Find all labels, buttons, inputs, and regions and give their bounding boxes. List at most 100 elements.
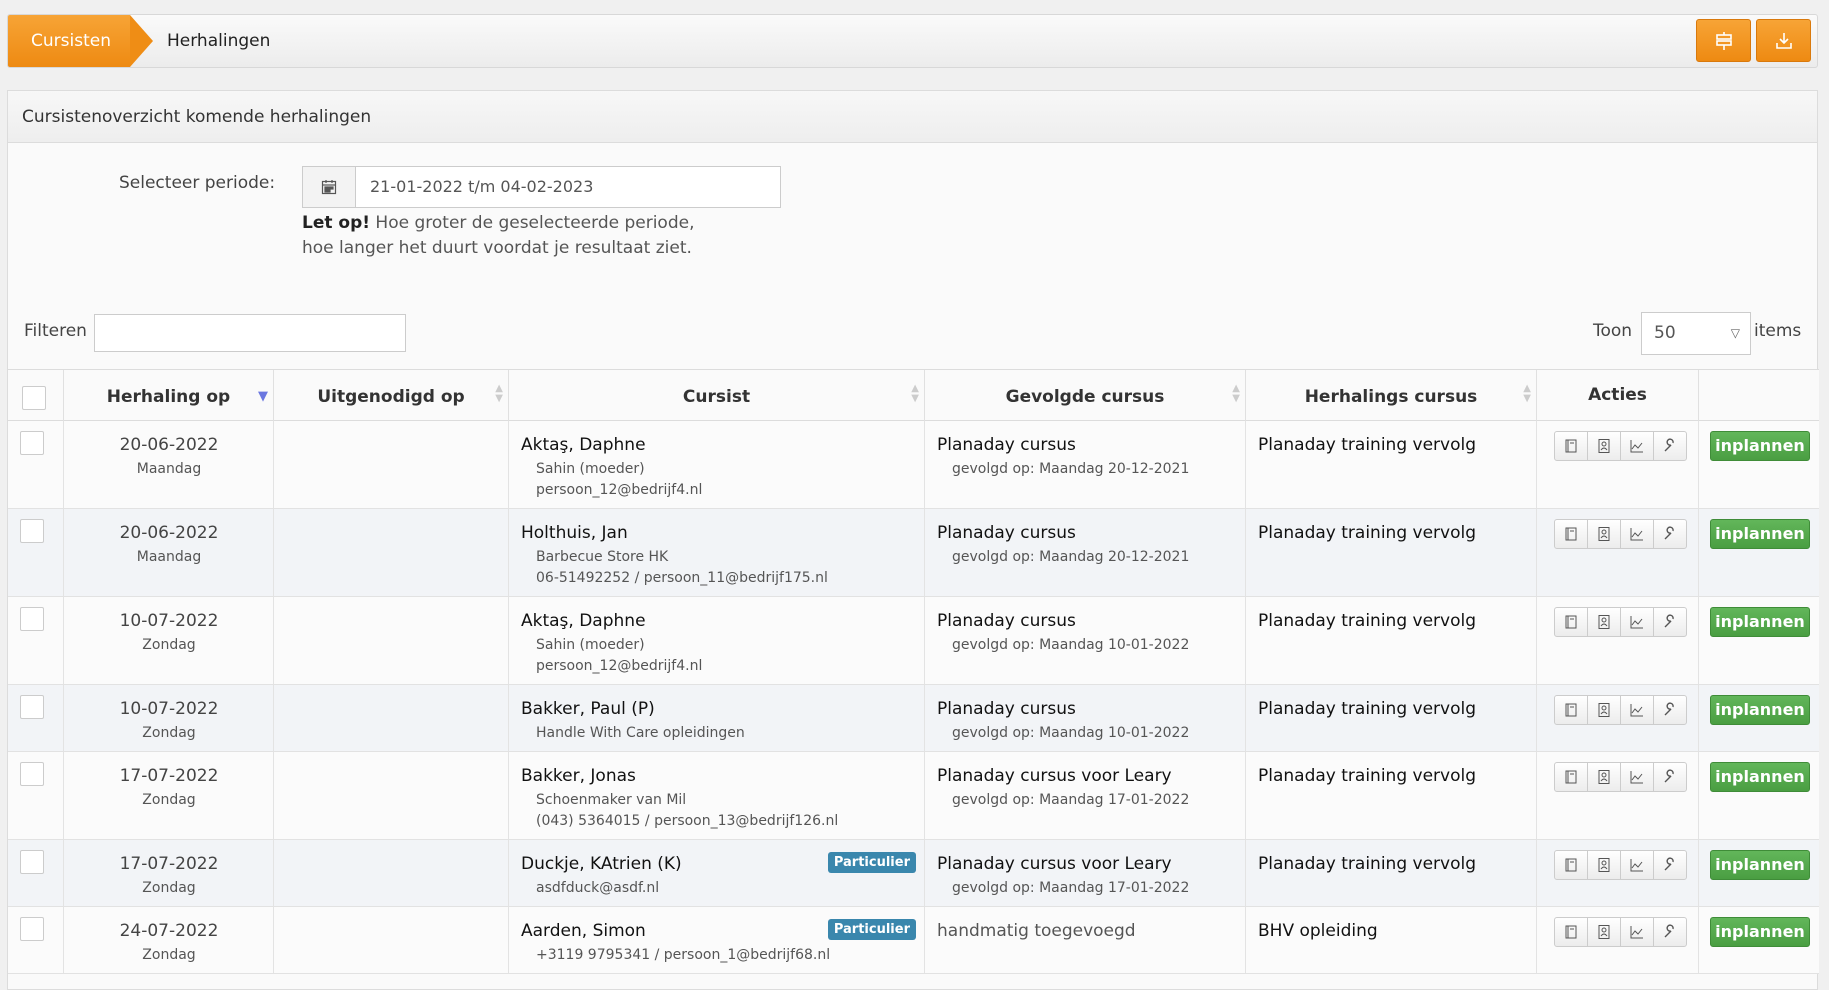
- inplannen-button[interactable]: inplannen: [1710, 695, 1810, 725]
- action-chart-button[interactable]: [1620, 695, 1654, 725]
- course-cell: Planaday cursus voor Leary gevolgd op: Ma…: [925, 752, 1246, 839]
- inplannen-button[interactable]: inplannen: [1710, 762, 1810, 792]
- student-cell: Duckje, KAtrien (K) Particulier asdfduck@a…: [509, 840, 925, 906]
- student-detail: Barbecue Store HK: [536, 549, 669, 565]
- inplannen-button[interactable]: inplannen: [1710, 917, 1810, 947]
- repeat-course-cell: Planaday training vervolg: [1246, 685, 1537, 751]
- row-checkbox[interactable]: [20, 850, 44, 874]
- chart-icon: [1630, 616, 1643, 629]
- calendar-icon[interactable]: [303, 167, 356, 207]
- action-chart-button[interactable]: [1620, 431, 1654, 461]
- action-book-button[interactable]: [1554, 850, 1588, 880]
- action-contact-card-button[interactable]: [1587, 607, 1621, 637]
- student-detail: Schoenmaker van Mil: [536, 792, 687, 808]
- inplannen-button[interactable]: inplannen: [1710, 607, 1810, 637]
- action-chart-button[interactable]: [1620, 762, 1654, 792]
- row-checkbox[interactable]: [20, 607, 44, 631]
- select-cell: [8, 840, 64, 906]
- download-icon: [1775, 32, 1792, 49]
- page-size-value: 50: [1654, 323, 1676, 343]
- header-uitgenodigd-op[interactable]: Uitgenodigd op ▲ ▼: [274, 370, 509, 421]
- contact-card-icon: [1598, 527, 1610, 541]
- action-chart-button[interactable]: [1620, 850, 1654, 880]
- student-name[interactable]: Aktaş, Daphne: [521, 611, 646, 631]
- period-picker[interactable]: 21-01-2022 t/m 04-02-2023: [302, 166, 781, 208]
- contact-card-icon: [1598, 615, 1610, 629]
- select-cell: [8, 907, 64, 973]
- student-name[interactable]: Bakker, Jonas: [521, 766, 636, 786]
- notice-line1: Hoe groter de geselecteerde periode,: [370, 213, 695, 233]
- filter-toggle-button[interactable]: [1696, 19, 1751, 62]
- row-checkbox[interactable]: [20, 695, 44, 719]
- chart-icon: [1630, 859, 1643, 872]
- table-row: 20-06-2022 Maandag Aktaş, Daphne Sahin (moe…: [8, 421, 1819, 509]
- student-contact: (043) 5364015 / persoon_13@bedrijf126.nl: [536, 813, 839, 829]
- repeat-date: 20-06-2022: [119, 523, 219, 543]
- select-all-checkbox[interactable]: [22, 386, 46, 410]
- select-cell: [8, 752, 64, 839]
- action-wrench-button[interactable]: [1653, 607, 1687, 637]
- sort-icon: ▲ ▼: [1523, 383, 1531, 404]
- student-detail: Sahin (moeder): [536, 637, 645, 653]
- action-contact-card-button[interactable]: [1587, 917, 1621, 947]
- student-name[interactable]: Holthuis, Jan: [521, 523, 628, 543]
- action-wrench-button[interactable]: [1653, 850, 1687, 880]
- action-chart-button[interactable]: [1620, 607, 1654, 637]
- action-chart-button[interactable]: [1620, 519, 1654, 549]
- breadcrumb-cursisten[interactable]: Cursisten: [8, 15, 153, 67]
- repeat-date: 10-07-2022: [119, 699, 219, 719]
- select-cell: [8, 597, 64, 684]
- action-wrench-button[interactable]: [1653, 695, 1687, 725]
- action-wrench-button[interactable]: [1653, 519, 1687, 549]
- action-contact-card-button[interactable]: [1587, 850, 1621, 880]
- action-chart-button[interactable]: [1620, 917, 1654, 947]
- chart-icon: [1630, 704, 1643, 717]
- student-name[interactable]: Bakker, Paul (P): [521, 699, 655, 719]
- filter-label: Filteren: [24, 321, 87, 341]
- action-wrench-button[interactable]: [1653, 917, 1687, 947]
- book-icon: [1565, 770, 1577, 784]
- followed-course: Planaday cursus voor Leary: [937, 766, 1172, 786]
- action-book-button[interactable]: [1554, 519, 1588, 549]
- date-cell: 10-07-2022 Zondag: [64, 597, 274, 684]
- header-herhalings-cursus[interactable]: Herhalings cursus ▲ ▼: [1246, 370, 1537, 421]
- wrench-icon: [1664, 924, 1674, 938]
- action-contact-card-button[interactable]: [1587, 431, 1621, 461]
- inplannen-button[interactable]: inplannen: [1710, 850, 1810, 880]
- action-contact-card-button[interactable]: [1587, 695, 1621, 725]
- action-wrench-button[interactable]: [1653, 431, 1687, 461]
- followed-date: gevolgd op: Maandag 17-01-2022: [952, 880, 1190, 896]
- header-herhaling-op[interactable]: Herhaling op ▼: [64, 370, 274, 421]
- action-book-button[interactable]: [1554, 762, 1588, 792]
- header-gevolgde-cursus[interactable]: Gevolgde cursus ▲ ▼: [925, 370, 1246, 421]
- repeat-day: Zondag: [142, 725, 196, 741]
- student-name[interactable]: Duckje, KAtrien (K): [521, 854, 682, 874]
- student-name[interactable]: Aarden, Simon: [521, 921, 646, 941]
- action-book-button[interactable]: [1554, 917, 1588, 947]
- row-checkbox[interactable]: [20, 431, 44, 455]
- page-size-select[interactable]: 50 ▽: [1641, 312, 1751, 355]
- row-checkbox[interactable]: [20, 762, 44, 786]
- action-contact-card-button[interactable]: [1587, 762, 1621, 792]
- period-value[interactable]: 21-01-2022 t/m 04-02-2023: [356, 167, 593, 207]
- inplannen-button[interactable]: inplannen: [1710, 431, 1810, 461]
- sort-desc-icon: ▼: [258, 389, 268, 404]
- period-label: Selecteer periode:: [119, 173, 276, 193]
- header-herhalings-cursus-label: Herhalings cursus: [1304, 387, 1478, 407]
- export-button[interactable]: [1756, 19, 1811, 62]
- action-wrench-button[interactable]: [1653, 762, 1687, 792]
- student-name[interactable]: Aktaş, Daphne: [521, 435, 646, 455]
- filter-input[interactable]: [94, 314, 406, 352]
- action-book-button[interactable]: [1554, 607, 1588, 637]
- select-cell: [8, 421, 64, 508]
- action-book-button[interactable]: [1554, 695, 1588, 725]
- action-contact-card-button[interactable]: [1587, 519, 1621, 549]
- action-book-button[interactable]: [1554, 431, 1588, 461]
- chart-icon: [1630, 440, 1643, 453]
- row-checkbox[interactable]: [20, 917, 44, 941]
- header-cursist[interactable]: Cursist ▲ ▼: [509, 370, 925, 421]
- particulier-badge: Particulier: [827, 919, 916, 940]
- row-checkbox[interactable]: [20, 519, 44, 543]
- table-header: Herhaling op ▼ Uitgenodigd op ▲ ▼ Cursist…: [8, 369, 1819, 421]
- inplannen-button[interactable]: inplannen: [1710, 519, 1810, 549]
